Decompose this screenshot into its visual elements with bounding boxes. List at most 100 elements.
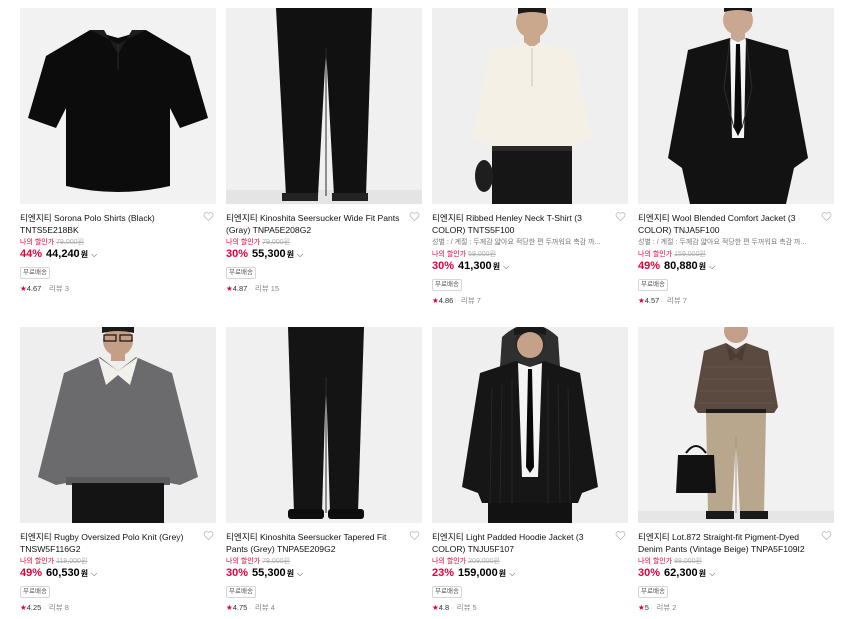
my-price-label: 나의 할인가 xyxy=(226,239,261,246)
price-row: 30% 41,300 원 ⌵ xyxy=(432,260,628,273)
rating-value: 4.25 xyxy=(26,603,42,612)
rating-value: 4.8 xyxy=(438,603,450,612)
product-title[interactable]: 티엔지티 Lot.872 Straight-fit Pigment-Dyed D… xyxy=(638,531,834,555)
original-price: 89,000원 xyxy=(674,558,703,565)
original-price: 79,000원 xyxy=(56,239,85,246)
original-price: 119,000원 xyxy=(56,558,88,565)
my-discount-price: 나의 할인가 159,000원 xyxy=(638,249,834,260)
rating-row: ★4.75· 리뷰 4 xyxy=(226,603,275,612)
heart-icon[interactable] xyxy=(203,530,214,541)
sale-price: 44,240 xyxy=(46,248,80,260)
rating-row: ★4.57· 리뷰 7 xyxy=(638,296,687,305)
product-image[interactable] xyxy=(638,327,834,523)
review-count[interactable]: 리뷰 8 xyxy=(49,603,69,612)
chevron-down-icon[interactable]: ⌵ xyxy=(709,260,715,273)
my-discount-price: 나의 할인가 79,000원 xyxy=(226,556,422,567)
discount-rate: 23% xyxy=(432,567,455,579)
review-count[interactable]: 리뷰 4 xyxy=(255,603,275,612)
heart-icon[interactable] xyxy=(409,530,420,541)
product-image[interactable] xyxy=(432,327,628,523)
product-image[interactable] xyxy=(432,8,628,204)
product-title[interactable]: 티엔지티 Ribbed Henley Neck T-Shirt (3 COLOR… xyxy=(432,212,628,236)
chevron-down-icon[interactable]: ⌵ xyxy=(297,567,303,580)
review-count[interactable]: 리뷰 2 xyxy=(656,603,676,612)
star-icon: ★ xyxy=(226,284,233,293)
product-card[interactable]: 티엔지티 Wool Blended Comfort Jacket (3 COLO… xyxy=(638,8,834,306)
chevron-down-icon[interactable]: ⌵ xyxy=(509,567,515,580)
my-price-label: 나의 할인가 xyxy=(432,558,467,565)
rating-value: 4.87 xyxy=(232,284,248,293)
chevron-down-icon[interactable]: ⌵ xyxy=(297,248,303,261)
discount-rate: 30% xyxy=(226,567,249,579)
review-count[interactable]: 리뷰 7 xyxy=(667,296,687,305)
my-price-label: 나의 할인가 xyxy=(20,239,55,246)
free-shipping-badge: 무료배송 xyxy=(226,267,256,279)
chevron-down-icon[interactable]: ⌵ xyxy=(503,260,509,273)
product-card[interactable]: 티엔지티 Kinoshita Seersucker Tapered Fit Pa… xyxy=(226,327,422,613)
product-title[interactable]: 티엔지티 Rugby Oversized Polo Knit (Grey) TN… xyxy=(20,531,216,555)
product-card[interactable]: 티엔지티 Ribbed Henley Neck T-Shirt (3 COLOR… xyxy=(432,8,628,306)
my-discount-price: 나의 할인가 119,000원 xyxy=(20,556,216,567)
product-title[interactable]: 티엔지티 Kinoshita Seersucker Wide Fit Pants… xyxy=(226,212,422,236)
product-card[interactable]: 티엔지티 Kinoshita Seersucker Wide Fit Pants… xyxy=(226,8,422,294)
free-shipping-badge: 무료배송 xyxy=(432,586,462,598)
product-card[interactable]: 티엔지티 Light Padded Hoodie Jacket (3 COLOR… xyxy=(432,327,628,613)
rating-value: 4.57 xyxy=(644,296,660,305)
my-price-label: 나의 할인가 xyxy=(638,251,673,258)
star-icon: ★ xyxy=(432,603,439,612)
sale-price: 41,300 xyxy=(458,260,492,272)
product-image[interactable] xyxy=(20,327,216,523)
original-price: 79,000원 xyxy=(262,239,291,246)
product-grid: 티엔지티 Sorona Polo Shirts (Black) TNTS5E21… xyxy=(0,0,849,619)
rating-row: ★4.86· 리뷰 7 xyxy=(432,296,481,305)
rating-value: 4.86 xyxy=(438,296,454,305)
heart-icon[interactable] xyxy=(409,211,420,222)
original-price: 79,000원 xyxy=(262,558,291,565)
sale-price: 80,880 xyxy=(664,260,698,272)
price-row: 30% 55,300 원 ⌵ xyxy=(226,567,422,580)
sale-price: 159,000 xyxy=(458,567,498,579)
review-count[interactable]: 리뷰 3 xyxy=(49,284,69,293)
discount-rate: 30% xyxy=(226,248,249,260)
product-card[interactable]: 티엔지티 Rugby Oversized Polo Knit (Grey) TN… xyxy=(20,327,216,613)
product-image[interactable] xyxy=(20,8,216,204)
product-title[interactable]: 티엔지티 Wool Blended Comfort Jacket (3 COLO… xyxy=(638,212,834,236)
review-count[interactable]: 리뷰 5 xyxy=(457,603,477,612)
free-shipping-badge: 무료배송 xyxy=(20,586,50,598)
product-image[interactable] xyxy=(226,327,422,523)
product-title[interactable]: 티엔지티 Kinoshita Seersucker Tapered Fit Pa… xyxy=(226,531,422,555)
rating-row: ★4.87· 리뷰 15 xyxy=(226,284,280,293)
discount-rate: 49% xyxy=(638,260,661,272)
chevron-down-icon[interactable]: ⌵ xyxy=(91,567,97,580)
star-icon: ★ xyxy=(226,603,233,612)
heart-icon[interactable] xyxy=(615,211,626,222)
product-card[interactable]: 티엔지티 Lot.872 Straight-fit Pigment-Dyed D… xyxy=(638,327,834,613)
product-image[interactable] xyxy=(638,8,834,204)
rating-row: ★4.25· 리뷰 8 xyxy=(20,603,69,612)
star-icon: ★ xyxy=(20,284,27,293)
product-title[interactable]: 티엔지티 Sorona Polo Shirts (Black) TNTS5E21… xyxy=(20,212,216,236)
free-shipping-badge: 무료배송 xyxy=(226,586,256,598)
chevron-down-icon[interactable]: ⌵ xyxy=(91,248,97,261)
product-image[interactable] xyxy=(226,8,422,204)
review-count[interactable]: 리뷰 15 xyxy=(255,284,279,293)
rating-value: 5 xyxy=(644,603,649,612)
currency: 원 xyxy=(492,262,501,271)
price-row: 44% 44,240 원 ⌵ xyxy=(20,248,216,261)
heart-icon[interactable] xyxy=(821,211,832,222)
chevron-down-icon[interactable]: ⌵ xyxy=(709,567,715,580)
free-shipping-badge: 무료배송 xyxy=(20,267,50,279)
rating-row: ★4.8· 리뷰 5 xyxy=(432,603,477,612)
original-price: 159,000원 xyxy=(674,251,706,258)
heart-icon[interactable] xyxy=(821,530,832,541)
heart-icon[interactable] xyxy=(615,530,626,541)
rating-value: 4.75 xyxy=(232,603,248,612)
original-price: 59,000원 xyxy=(468,251,497,258)
product-title[interactable]: 티엔지티 Light Padded Hoodie Jacket (3 COLOR… xyxy=(432,531,628,555)
review-count[interactable]: 리뷰 7 xyxy=(461,296,481,305)
product-card[interactable]: 티엔지티 Sorona Polo Shirts (Black) TNTS5E21… xyxy=(20,8,216,294)
sale-price: 60,530 xyxy=(46,567,80,579)
heart-icon[interactable] xyxy=(203,211,214,222)
sale-price: 55,300 xyxy=(252,567,286,579)
price-row: 30% 55,300 원 ⌵ xyxy=(226,248,422,261)
